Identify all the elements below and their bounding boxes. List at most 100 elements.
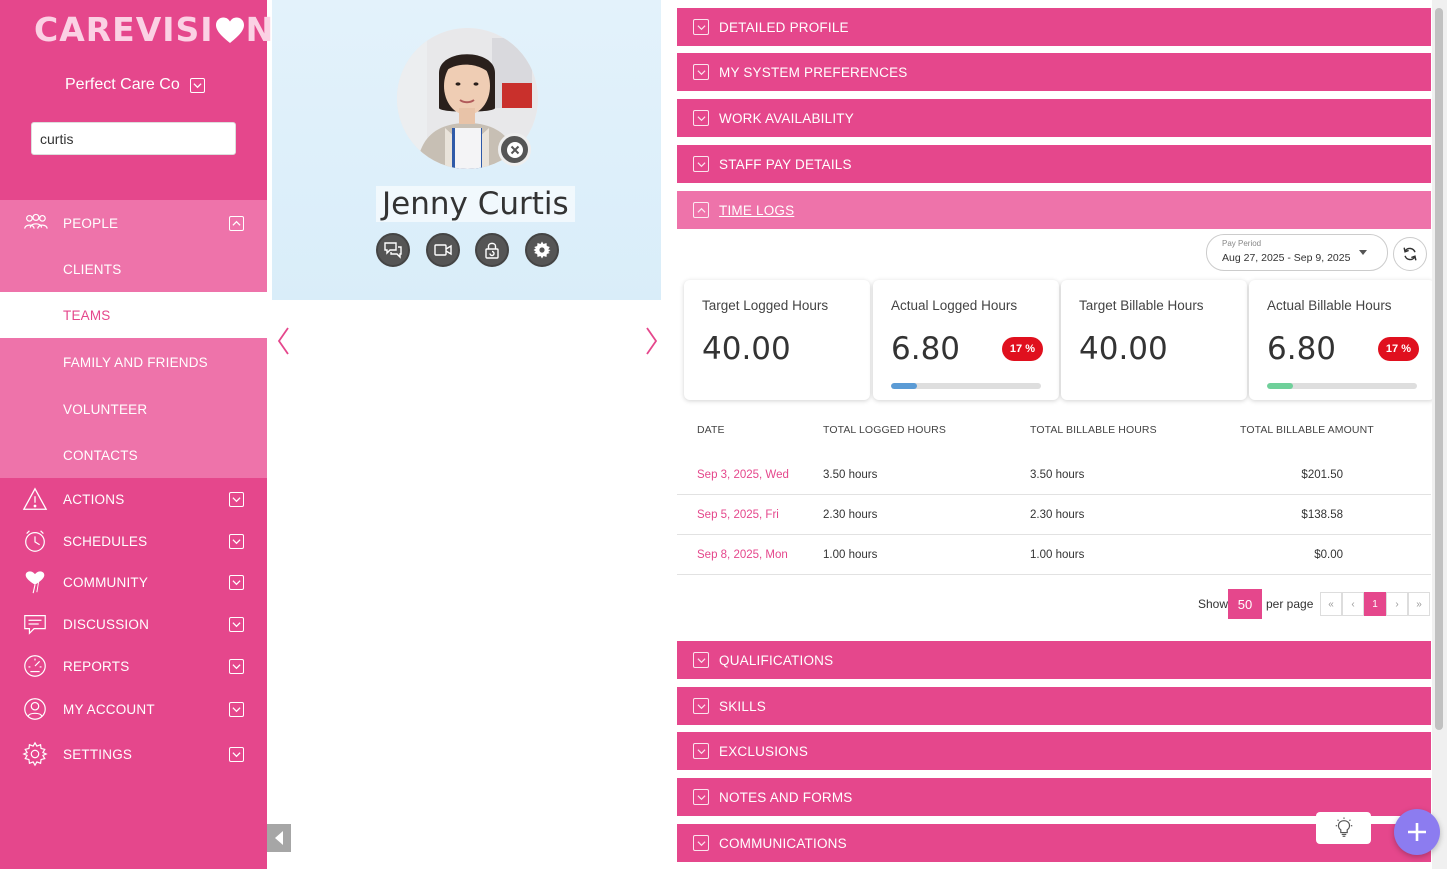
chevron-right-icon [646, 327, 658, 355]
card-title: Actual Logged Hours [891, 298, 1018, 313]
logo[interactable]: CAREVISI N [34, 10, 274, 49]
nav-reports-label: REPORTS [63, 658, 130, 674]
row-billable-amount: $201.50 [1301, 469, 1343, 481]
row-billable-amount: $138.58 [1301, 509, 1343, 521]
carousel-prev-button[interactable] [276, 326, 290, 356]
section-detailed-profile[interactable]: DETAILED PROFILE [677, 8, 1431, 46]
remove-photo-button[interactable] [498, 133, 531, 166]
gauge-icon [21, 652, 49, 680]
warning-icon [21, 485, 49, 513]
page-1-button[interactable]: 1 [1364, 592, 1386, 616]
chevron-down-icon[interactable] [229, 746, 244, 762]
search-input[interactable] [31, 122, 236, 155]
section-notes-and-forms[interactable]: NOTES AND FORMS [677, 778, 1431, 816]
nav-schedules[interactable]: SCHEDULES [0, 520, 267, 562]
nav-settings[interactable]: SETTINGS [0, 733, 267, 775]
carousel-next-button[interactable] [645, 326, 659, 356]
message-button[interactable] [376, 233, 410, 267]
first-page-button[interactable]: « [1320, 592, 1342, 616]
row-date-link[interactable]: Sep 8, 2025, Mon [697, 549, 788, 561]
section-skills[interactable]: SKILLS [677, 687, 1431, 725]
sub-item-clients[interactable]: CLIENTS [0, 246, 267, 292]
row-billable-hours: 1.00 hours [1030, 549, 1085, 561]
section-label: WORK AVAILABILITY [719, 110, 854, 126]
section-exclusions[interactable]: EXCLUSIONS [677, 732, 1431, 770]
row-billable-hours: 3.50 hours [1030, 469, 1085, 481]
scrollbar[interactable] [1432, 0, 1447, 869]
pay-period-label: Pay Period [1222, 239, 1262, 248]
page-size-select[interactable]: 50 [1228, 589, 1262, 619]
chat-icon [384, 242, 402, 259]
refresh-button[interactable] [1393, 237, 1427, 271]
nav-community[interactable]: COMMUNITY [0, 561, 267, 603]
card-value: 40.00 [702, 331, 791, 367]
profile-settings-button[interactable] [525, 233, 559, 267]
percent-badge: 17 % [1377, 337, 1419, 361]
chevron-down-icon [693, 835, 709, 851]
chevron-up-icon[interactable] [229, 215, 244, 231]
profile-name: Jenny Curtis [376, 186, 575, 222]
sub-item-contacts[interactable]: CONTACTS [0, 432, 267, 478]
tips-button[interactable] [1316, 812, 1371, 844]
last-page-button[interactable]: » [1408, 592, 1430, 616]
people-submenu: CLIENTS TEAMS FAMILY AND FRIENDS VOLUNTE… [0, 246, 267, 478]
chevron-down-icon[interactable] [229, 574, 244, 590]
section-label: DETAILED PROFILE [719, 19, 849, 35]
chevron-down-icon [693, 110, 709, 126]
row-divider [677, 574, 1431, 575]
chevron-left-icon [277, 327, 289, 355]
organization-selector[interactable]: Perfect Care Co [65, 76, 205, 94]
collapse-sidebar-button[interactable] [267, 824, 291, 852]
chevron-down-icon[interactable] [229, 533, 244, 549]
reset-password-button[interactable] [475, 233, 509, 267]
section-qualifications[interactable]: QUALIFICATIONS [677, 641, 1431, 679]
section-label: SKILLS [719, 698, 766, 714]
plus-icon [1408, 823, 1426, 841]
nav-my-account[interactable]: MY ACCOUNT [0, 688, 267, 730]
chevron-down-icon[interactable] [229, 491, 244, 507]
section-work-availability[interactable]: WORK AVAILABILITY [677, 99, 1431, 137]
scrollbar-thumb[interactable] [1435, 8, 1443, 730]
section-time-logs[interactable]: TIME LOGS [677, 191, 1431, 229]
gear-icon [21, 740, 49, 768]
chevron-down-icon [693, 64, 709, 80]
chevron-down-icon[interactable] [229, 616, 244, 632]
column-header-total-billable-amount[interactable]: TOTAL BILLABLE AMOUNT [1240, 424, 1374, 436]
add-button[interactable] [1394, 809, 1440, 855]
heart-icon [215, 15, 245, 45]
column-header-total-logged-hours[interactable]: TOTAL LOGGED HOURS [823, 424, 946, 436]
nav-actions[interactable]: ACTIONS [0, 478, 267, 520]
nav-people[interactable]: PEOPLE [0, 200, 267, 246]
organization-name: Perfect Care Co [65, 76, 180, 93]
card-value: 6.80 [1267, 331, 1337, 367]
lock-refresh-icon [485, 242, 499, 259]
video-call-button[interactable] [426, 233, 460, 267]
column-header-total-billable-hours[interactable]: TOTAL BILLABLE HOURS [1030, 424, 1157, 436]
card-value: 6.80 [891, 331, 961, 367]
nav-discussion[interactable]: DISCUSSION [0, 603, 267, 645]
chevron-down-icon [693, 652, 709, 668]
row-date-link[interactable]: Sep 3, 2025, Wed [697, 469, 789, 481]
row-billable-hours: 2.30 hours [1030, 509, 1085, 521]
close-icon [506, 141, 523, 158]
pay-period-value: Aug 27, 2025 - Sep 9, 2025 [1222, 252, 1351, 264]
section-staff-pay-details[interactable]: STAFF PAY DETAILS [677, 145, 1431, 183]
prev-page-button[interactable]: ‹ [1342, 592, 1364, 616]
nav-reports[interactable]: REPORTS [0, 645, 267, 687]
next-page-button[interactable]: › [1386, 592, 1408, 616]
nav-schedules-label: SCHEDULES [63, 533, 148, 549]
chevron-down-icon[interactable] [229, 658, 244, 674]
sub-item-volunteer[interactable]: VOLUNTEER [0, 386, 267, 432]
pagination-show-label: Show [1198, 597, 1229, 611]
row-date-link[interactable]: Sep 5, 2025, Fri [697, 509, 779, 521]
sub-item-teams[interactable]: TEAMS [0, 292, 267, 338]
progress-bar [891, 383, 1041, 389]
section-my-system-preferences[interactable]: MY SYSTEM PREFERENCES [677, 53, 1431, 91]
chevron-down-icon [693, 743, 709, 759]
chevron-down-icon[interactable] [229, 701, 244, 717]
sub-item-family-and-friends[interactable]: FAMILY AND FRIENDS [0, 339, 267, 385]
pay-period-select[interactable]: Pay Period Aug 27, 2025 - Sep 9, 2025 [1206, 234, 1388, 271]
progress-bar [1267, 383, 1417, 389]
caret-left-icon [275, 831, 283, 845]
column-header-date[interactable]: DATE [697, 424, 725, 436]
